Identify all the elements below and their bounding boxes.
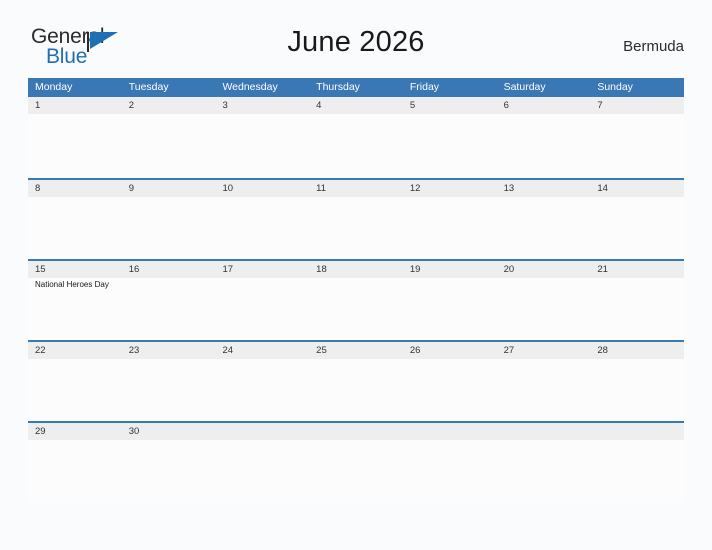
week-row: 1 2 3 4 5 6 7 (28, 97, 684, 178)
day-cell (403, 440, 497, 502)
day-cell[interactable] (309, 359, 403, 421)
week-row: 22 23 24 25 26 27 28 (28, 340, 684, 421)
day-number[interactable]: 23 (122, 342, 216, 359)
week-events-band (28, 359, 684, 421)
day-number (590, 423, 684, 440)
week-events-band (28, 197, 684, 259)
weekday-tuesday: Tuesday (128, 81, 169, 93)
day-number[interactable]: 11 (309, 180, 403, 197)
week-dates-band: 8 9 10 11 12 13 14 (28, 180, 684, 197)
day-number[interactable]: 8 (28, 180, 122, 197)
week-dates-band: 15 16 17 18 19 20 21 (28, 261, 684, 278)
day-number[interactable]: 24 (215, 342, 309, 359)
week-dates-band: 22 23 24 25 26 27 28 (28, 342, 684, 359)
day-number (309, 423, 403, 440)
day-cell[interactable] (497, 197, 591, 259)
day-cell[interactable] (215, 114, 309, 176)
week-dates-band: 1 2 3 4 5 6 7 (28, 97, 684, 114)
weekday-saturday: Saturday (503, 81, 546, 93)
day-cell[interactable] (403, 359, 497, 421)
day-number[interactable]: 7 (590, 97, 684, 114)
day-cell[interactable] (122, 197, 216, 259)
day-cell[interactable]: National Heroes Day (28, 278, 122, 340)
weekday-sunday: Sunday (597, 81, 633, 93)
day-cell[interactable] (215, 197, 309, 259)
week-row: 29 30 (28, 421, 684, 502)
day-cell[interactable] (215, 359, 309, 421)
day-number[interactable]: 12 (403, 180, 497, 197)
day-cell[interactable] (403, 278, 497, 340)
page-title: June 2026 (287, 26, 425, 58)
day-cell[interactable] (122, 359, 216, 421)
day-cell (497, 440, 591, 502)
day-cell[interactable] (28, 359, 122, 421)
day-number (497, 423, 591, 440)
weekday-friday: Friday (409, 81, 440, 93)
day-cell (215, 440, 309, 502)
week-row: 15 16 17 18 19 20 21 National Heroes Day (28, 259, 684, 340)
day-number[interactable]: 17 (215, 261, 309, 278)
day-number[interactable]: 25 (309, 342, 403, 359)
weekday-thursday: Thursday (316, 81, 360, 93)
day-number[interactable]: 13 (497, 180, 591, 197)
day-number[interactable]: 26 (403, 342, 497, 359)
day-number[interactable]: 27 (497, 342, 591, 359)
day-number[interactable]: 15 (28, 261, 122, 278)
day-cell[interactable] (309, 278, 403, 340)
day-cell[interactable] (309, 114, 403, 176)
day-number[interactable]: 21 (590, 261, 684, 278)
week-events-band (28, 114, 684, 176)
day-number[interactable]: 20 (497, 261, 591, 278)
day-number[interactable]: 1 (28, 97, 122, 114)
day-cell[interactable] (590, 197, 684, 259)
day-number[interactable]: 6 (497, 97, 591, 114)
day-cell[interactable] (215, 278, 309, 340)
day-cell[interactable] (497, 278, 591, 340)
day-cell[interactable] (590, 278, 684, 340)
country-label: Bermuda (623, 38, 684, 55)
week-row: 8 9 10 11 12 13 14 (28, 178, 684, 259)
day-cell[interactable] (28, 440, 122, 502)
day-cell[interactable] (122, 440, 216, 502)
day-number[interactable]: 19 (403, 261, 497, 278)
event-text: National Heroes Day (35, 280, 109, 289)
day-number (215, 423, 309, 440)
day-number[interactable]: 28 (590, 342, 684, 359)
day-cell (590, 440, 684, 502)
page-header: General Blue June 2026 Bermuda (28, 22, 684, 72)
calendar-grid: Monday Tuesday Wednesday Thursday Friday… (28, 78, 684, 502)
day-number (403, 423, 497, 440)
day-cell[interactable] (497, 114, 591, 176)
weekday-wednesday: Wednesday (222, 81, 278, 93)
day-number[interactable]: 22 (28, 342, 122, 359)
day-number[interactable]: 10 (215, 180, 309, 197)
day-cell (309, 440, 403, 502)
day-number[interactable]: 14 (590, 180, 684, 197)
weekday-header-row: Monday Tuesday Wednesday Thursday Friday… (28, 78, 684, 97)
day-number[interactable]: 5 (403, 97, 497, 114)
day-cell[interactable] (309, 197, 403, 259)
day-cell[interactable] (590, 359, 684, 421)
weekday-monday: Monday (35, 81, 73, 93)
day-cell[interactable] (403, 197, 497, 259)
day-cell[interactable] (497, 359, 591, 421)
day-cell[interactable] (122, 114, 216, 176)
day-number[interactable]: 29 (28, 423, 122, 440)
day-number[interactable]: 2 (122, 97, 216, 114)
day-cell[interactable] (28, 197, 122, 259)
calendar-page: General Blue June 2026 Bermuda Monday Tu… (0, 0, 712, 550)
day-cell[interactable] (28, 114, 122, 176)
day-number[interactable]: 18 (309, 261, 403, 278)
week-dates-band: 29 30 (28, 423, 684, 440)
day-number[interactable]: 16 (122, 261, 216, 278)
week-events-band (28, 440, 684, 502)
day-cell[interactable] (403, 114, 497, 176)
day-cell[interactable] (590, 114, 684, 176)
week-events-band: National Heroes Day (28, 278, 684, 340)
day-cell[interactable] (122, 278, 216, 340)
day-number[interactable]: 9 (122, 180, 216, 197)
day-number[interactable]: 3 (215, 97, 309, 114)
day-number[interactable]: 4 (309, 97, 403, 114)
day-number[interactable]: 30 (122, 423, 216, 440)
